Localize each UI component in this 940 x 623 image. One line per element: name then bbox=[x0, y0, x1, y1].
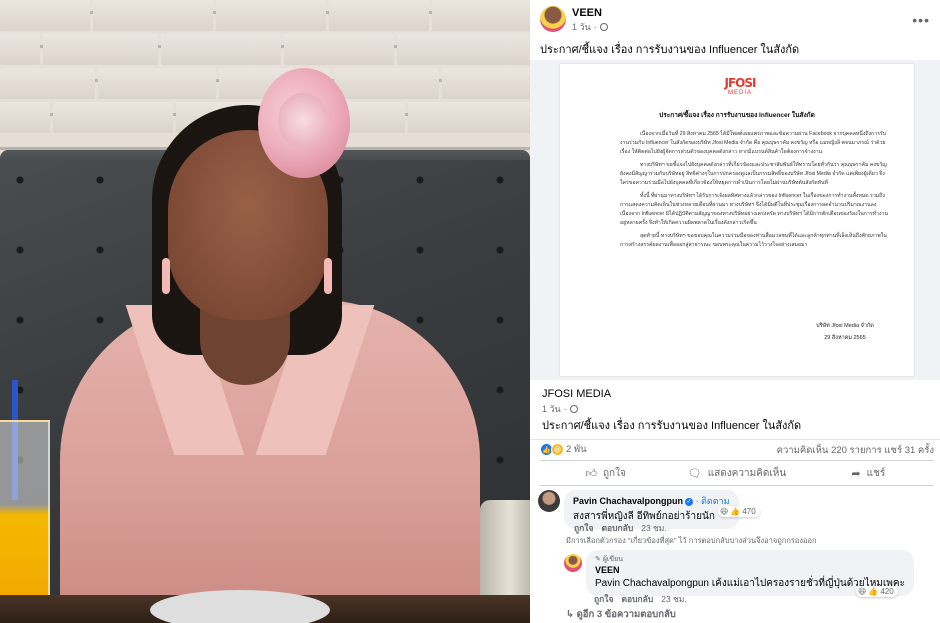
comment-like-link[interactable]: ถูกใจ bbox=[574, 521, 593, 535]
post-stats: 👍 😆 2 พัน ความคิดเห็น 220 รายการ แชร์ 31… bbox=[540, 442, 934, 458]
reply-actions: ถูกใจ ตอบกลับ 23 ชม. bbox=[594, 592, 687, 606]
shared-page-name[interactable]: JFOSI MEDIA bbox=[542, 388, 611, 400]
reply-author-name[interactable]: VEEN bbox=[595, 565, 905, 575]
view-more-replies[interactable]: ↳ ดูอีก 3 ข้อความตอบกลับ bbox=[566, 607, 676, 622]
verified-badge-icon: ✓ bbox=[685, 497, 694, 506]
post-meta: 1 วัน · bbox=[572, 20, 608, 34]
post-action-bar: 👍︎ ถูกใจ 🗨 แสดงความคิดเห็น ➦ แชร์ bbox=[540, 460, 934, 486]
shared-image-area[interactable]: JFOSI MEDIA ประกาศ/ชี้แจง เรื่อง การรับง… bbox=[530, 60, 940, 380]
comment-reply: ✎ ผู้เขียน VEEN Pavin Chachavalpongpun เ… bbox=[564, 550, 940, 606]
hair-flower bbox=[258, 68, 350, 178]
like-button[interactable]: 👍︎ ถูกใจ bbox=[540, 461, 671, 485]
thumbs-up-icon: 👍︎ bbox=[585, 467, 597, 480]
reply-reply-link[interactable]: ตอบกลับ bbox=[621, 592, 653, 606]
more-options-icon[interactable]: ••• bbox=[912, 12, 930, 28]
shared-text: ประกาศ/ชี้แจง เรื่อง การรับงานของ Influe… bbox=[542, 420, 802, 432]
document-signature: บริษัท Jfosi Media จำกัด 29 สิงหาคม 2565 bbox=[816, 323, 874, 341]
author-name[interactable]: VEEN bbox=[572, 7, 602, 19]
facebook-post: VEEN 1 วัน · ••• ประกาศ/ชี้แจง เรื่อง กา… bbox=[530, 0, 940, 623]
document-body: เนื่องจากเมื่อวันที่ 29 สิงหาคม 2565 ได้… bbox=[620, 130, 890, 254]
commenter-avatar[interactable] bbox=[538, 490, 560, 512]
share-arrow-icon: ➦ bbox=[851, 467, 861, 480]
comment-reactions[interactable]: 😆 👍 470 bbox=[718, 506, 760, 517]
follow-link[interactable]: · ติดตาม bbox=[696, 496, 730, 506]
photo-panel bbox=[0, 0, 530, 623]
comment: Pavin Chachavalpongpun ✓ · ติดตาม สงสารพี… bbox=[538, 490, 938, 550]
like-reaction-icon: 👍 bbox=[730, 507, 741, 516]
document-title: ประกาศ/ชี้แจง เรื่อง การรับงานของ Influe… bbox=[659, 112, 815, 119]
jfosi-logo: JFOSI MEDIA bbox=[724, 76, 757, 96]
shared-post-info[interactable]: JFOSI MEDIA 1 วัน · ประกาศ/ชี้แจง เรื่อง… bbox=[530, 380, 940, 440]
comment-time[interactable]: 23 ชม. bbox=[641, 521, 667, 535]
author-avatar[interactable] bbox=[540, 6, 566, 32]
share-button[interactable]: ➦ แชร์ bbox=[803, 461, 934, 485]
brick-wall bbox=[0, 0, 530, 31]
comments-shares-count[interactable]: ความคิดเห็น 220 รายการ แชร์ 31 ครั้ง bbox=[777, 443, 934, 458]
document-paragraph: เนื่องจากเมื่อวันที่ 29 สิงหาคม 2565 ได้… bbox=[620, 131, 886, 155]
post-time[interactable]: 1 วัน bbox=[572, 20, 591, 34]
reply-author-avatar[interactable] bbox=[564, 554, 582, 572]
commenter-name[interactable]: Pavin Chachavalpongpun bbox=[573, 496, 683, 506]
speech-bubble-icon: 🗨 bbox=[687, 467, 702, 480]
document-paragraph: สุดท้ายนี้ ทางบริษัทฯ ขอขอบคุณในความร่วม… bbox=[620, 233, 887, 248]
plate bbox=[150, 590, 330, 623]
document-paragraph: ทั้งนี้ ที่ผ่านมาทางบริษัทฯ ได้รับการเจ้… bbox=[620, 193, 888, 226]
reply-like-link[interactable]: ถูกใจ bbox=[594, 592, 613, 606]
author-tag: ✎ ผู้เขียน bbox=[595, 556, 623, 563]
haha-reaction-icon: 😆 bbox=[720, 507, 729, 516]
shared-meta: 1 วัน · bbox=[542, 402, 578, 416]
globe-icon bbox=[599, 23, 608, 31]
comment-actions: ถูกใจ ตอบกลับ 23 ชม. bbox=[574, 521, 667, 535]
post-header: VEEN 1 วัน · ••• bbox=[540, 6, 930, 34]
comment-reply-link[interactable]: ตอบกลับ bbox=[601, 521, 633, 535]
reaction-count[interactable]: 2 พัน bbox=[566, 442, 587, 457]
reply-reactions[interactable]: 😆 👍 420 bbox=[856, 586, 898, 597]
announcement-document[interactable]: JFOSI MEDIA ประกาศ/ชี้แจง เรื่อง การรับง… bbox=[560, 64, 914, 376]
like-reaction-icon: 👍 bbox=[868, 587, 879, 596]
reply-time[interactable]: 23 ชม. bbox=[661, 592, 687, 606]
comment-button[interactable]: 🗨 แสดงความคิดเห็น bbox=[671, 461, 802, 485]
haha-reaction-icon: 😆 bbox=[551, 443, 564, 456]
post-text: ประกาศ/ชี้แจง เรื่อง การรับงานของ Influe… bbox=[540, 44, 800, 56]
document-paragraph: ทางบริษัทฯ ขอชี้แจงไปยังบุคคลดังกล่าวที่… bbox=[620, 162, 887, 186]
globe-icon bbox=[569, 405, 578, 413]
filter-note: มีการเลือกตัวกรอง "เกี่ยวข้องที่สุด" ไว้… bbox=[566, 536, 817, 545]
reply-arrow-icon: ↳ bbox=[566, 609, 577, 620]
reaction-summary[interactable]: 👍 😆 2 พัน bbox=[540, 442, 587, 457]
juice-glass bbox=[0, 420, 50, 623]
haha-reaction-icon: 😆 bbox=[858, 587, 867, 596]
